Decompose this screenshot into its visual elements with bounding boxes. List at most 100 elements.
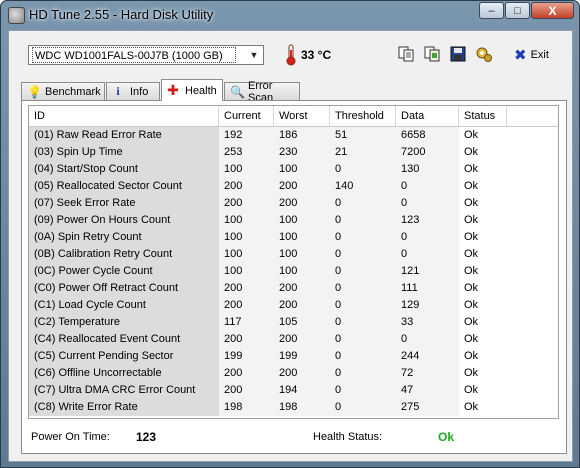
table-row[interactable]: (0A) Spin Retry Count 100 100 0 0 Ok bbox=[29, 229, 558, 246]
cell-current: 100 bbox=[219, 229, 274, 246]
table-row[interactable]: (C1) Load Cycle Count 200 200 0 129 Ok bbox=[29, 297, 558, 314]
temperature-readout: 33 °C bbox=[301, 48, 332, 62]
tab-health[interactable]: ✚ Health bbox=[161, 79, 223, 101]
cell-status: Ok bbox=[464, 248, 479, 260]
health-status-value: Ok bbox=[438, 430, 455, 444]
table-row[interactable]: (05) Reallocated Sector Count 200 200 140 0 O… bbox=[29, 178, 558, 195]
cell-id: (C5) Current Pending Sector bbox=[29, 348, 219, 365]
cell-worst: 100 bbox=[274, 212, 330, 229]
drive-select[interactable]: WDC WD1001FALS-00J7B (1000 GB) ▼ bbox=[28, 45, 264, 65]
cell-worst: 198 bbox=[274, 399, 330, 416]
table-body: (01) Raw Read Error Rate 192 186 51 6658 Ok (0… bbox=[29, 127, 558, 416]
toolbar: WDC WD1001FALS-00J7B (1000 GB) ▼ 33 °C ✖… bbox=[9, 31, 572, 77]
column-header-worst[interactable]: Worst bbox=[274, 106, 330, 126]
tab-error-scan[interactable]: 🔍 Error Scan bbox=[224, 80, 300, 104]
cell-threshold: 0 bbox=[330, 382, 396, 399]
copy-icon[interactable] bbox=[397, 45, 415, 63]
table-row[interactable]: (0B) Calibration Retry Count 100 100 0 0 Ok bbox=[29, 246, 558, 263]
cell-threshold: 0 bbox=[330, 212, 396, 229]
cell-worst: 200 bbox=[274, 331, 330, 348]
error-scan-icon: 🔍 bbox=[230, 84, 245, 99]
column-header-data[interactable]: Data bbox=[396, 106, 459, 126]
copy-all-icon[interactable] bbox=[423, 45, 441, 63]
cell-worst: 200 bbox=[274, 280, 330, 297]
cell-threshold: 0 bbox=[330, 365, 396, 382]
options-icon[interactable] bbox=[475, 45, 493, 63]
thermometer-icon bbox=[286, 44, 296, 66]
table-row[interactable]: (04) Start/Stop Count 100 100 0 130 Ok bbox=[29, 161, 558, 178]
power-on-time-label: Power On Time: bbox=[31, 431, 110, 443]
cell-current: 117 bbox=[219, 314, 274, 331]
cell-threshold: 0 bbox=[330, 280, 396, 297]
cell-data: 244 bbox=[396, 348, 459, 365]
cell-worst: 200 bbox=[274, 365, 330, 382]
cell-status: Ok bbox=[464, 350, 479, 362]
exit-label: Exit bbox=[530, 49, 549, 61]
cell-threshold: 0 bbox=[330, 161, 396, 178]
table-row[interactable]: (03) Spin Up Time 253 230 21 7200 Ok bbox=[29, 144, 558, 161]
column-header-current[interactable]: Current bbox=[219, 106, 274, 126]
cell-data: 72 bbox=[396, 365, 459, 382]
cell-worst: 199 bbox=[274, 348, 330, 365]
table-row[interactable]: (0C) Power Cycle Count 100 100 0 121 Ok bbox=[29, 263, 558, 280]
smart-table[interactable]: ID Current Worst Threshold Data Status (… bbox=[28, 105, 559, 419]
table-row[interactable]: (07) Seek Error Rate 200 200 0 0 Ok bbox=[29, 195, 558, 212]
cell-threshold: 0 bbox=[330, 229, 396, 246]
cell-data: 33 bbox=[396, 314, 459, 331]
cell-data: 0 bbox=[396, 195, 459, 212]
cell-threshold: 0 bbox=[330, 399, 396, 416]
cell-threshold: 0 bbox=[330, 263, 396, 280]
table-row[interactable]: (C2) Temperature 117 105 0 33 Ok bbox=[29, 314, 558, 331]
title-bar[interactable]: HD Tune 2.55 - Hard Disk Utility – □ X bbox=[1, 1, 579, 29]
cell-current: 199 bbox=[219, 348, 274, 365]
cell-current: 200 bbox=[219, 280, 274, 297]
table-row[interactable]: (09) Power On Hours Count 100 100 0 123 Ok bbox=[29, 212, 558, 229]
close-button[interactable]: X bbox=[531, 2, 574, 19]
cell-data: 6658 bbox=[396, 127, 459, 144]
exit-button[interactable]: ✖ Exit bbox=[514, 46, 549, 64]
table-row[interactable]: (C0) Power Off Retract Count 200 200 0 111 Ok bbox=[29, 280, 558, 297]
cell-current: 200 bbox=[219, 365, 274, 382]
cell-status: Ok bbox=[464, 163, 479, 175]
table-row[interactable]: (C6) Offline Uncorrectable 200 200 0 72 Ok bbox=[29, 365, 558, 382]
table-row[interactable]: (C4) Reallocated Event Count 200 200 0 0 Ok bbox=[29, 331, 558, 348]
cell-threshold: 0 bbox=[330, 195, 396, 212]
cell-worst: 100 bbox=[274, 246, 330, 263]
cell-worst: 230 bbox=[274, 144, 330, 161]
cell-current: 200 bbox=[219, 331, 274, 348]
column-header-status[interactable]: Status bbox=[459, 106, 507, 126]
table-row[interactable]: (C7) Ultra DMA CRC Error Count 200 194 0 47 O… bbox=[29, 382, 558, 399]
column-header-id[interactable]: ID bbox=[29, 106, 219, 126]
cell-data: 275 bbox=[396, 399, 459, 416]
cell-worst: 105 bbox=[274, 314, 330, 331]
cell-data: 0 bbox=[396, 178, 459, 195]
table-row[interactable]: (C8) Write Error Rate 198 198 0 275 Ok bbox=[29, 399, 558, 416]
table-row[interactable]: (C5) Current Pending Sector 199 199 0 244 Ok bbox=[29, 348, 558, 365]
cell-current: 100 bbox=[219, 161, 274, 178]
table-row[interactable]: (01) Raw Read Error Rate 192 186 51 6658 Ok bbox=[29, 127, 558, 144]
cell-status: Ok bbox=[464, 316, 479, 328]
minimize-button[interactable]: – bbox=[479, 2, 504, 19]
cell-current: 200 bbox=[219, 382, 274, 399]
cell-id: (C8) Write Error Rate bbox=[29, 399, 219, 416]
save-icon[interactable] bbox=[449, 45, 467, 63]
cell-status: Ok bbox=[464, 367, 479, 379]
cell-worst: 194 bbox=[274, 382, 330, 399]
cell-id: (0C) Power Cycle Count bbox=[29, 263, 219, 280]
health-status-label: Health Status: bbox=[313, 431, 383, 443]
tab-benchmark[interactable]: 💡 Benchmark bbox=[21, 82, 105, 100]
cell-threshold: 0 bbox=[330, 246, 396, 263]
cell-threshold: 0 bbox=[330, 297, 396, 314]
column-header-threshold[interactable]: Threshold bbox=[330, 106, 396, 126]
tab-info[interactable]: i Info bbox=[106, 82, 160, 100]
cell-data: 7200 bbox=[396, 144, 459, 161]
chevron-down-icon[interactable]: ▼ bbox=[246, 47, 262, 63]
maximize-button[interactable]: □ bbox=[505, 2, 530, 19]
cell-status: Ok bbox=[464, 265, 479, 277]
cell-current: 100 bbox=[219, 246, 274, 263]
cell-worst: 200 bbox=[274, 178, 330, 195]
tab-label: Info bbox=[130, 85, 149, 98]
cell-id: (07) Seek Error Rate bbox=[29, 195, 219, 212]
benchmark-icon: 💡 bbox=[27, 84, 42, 99]
cell-data: 130 bbox=[396, 161, 459, 178]
